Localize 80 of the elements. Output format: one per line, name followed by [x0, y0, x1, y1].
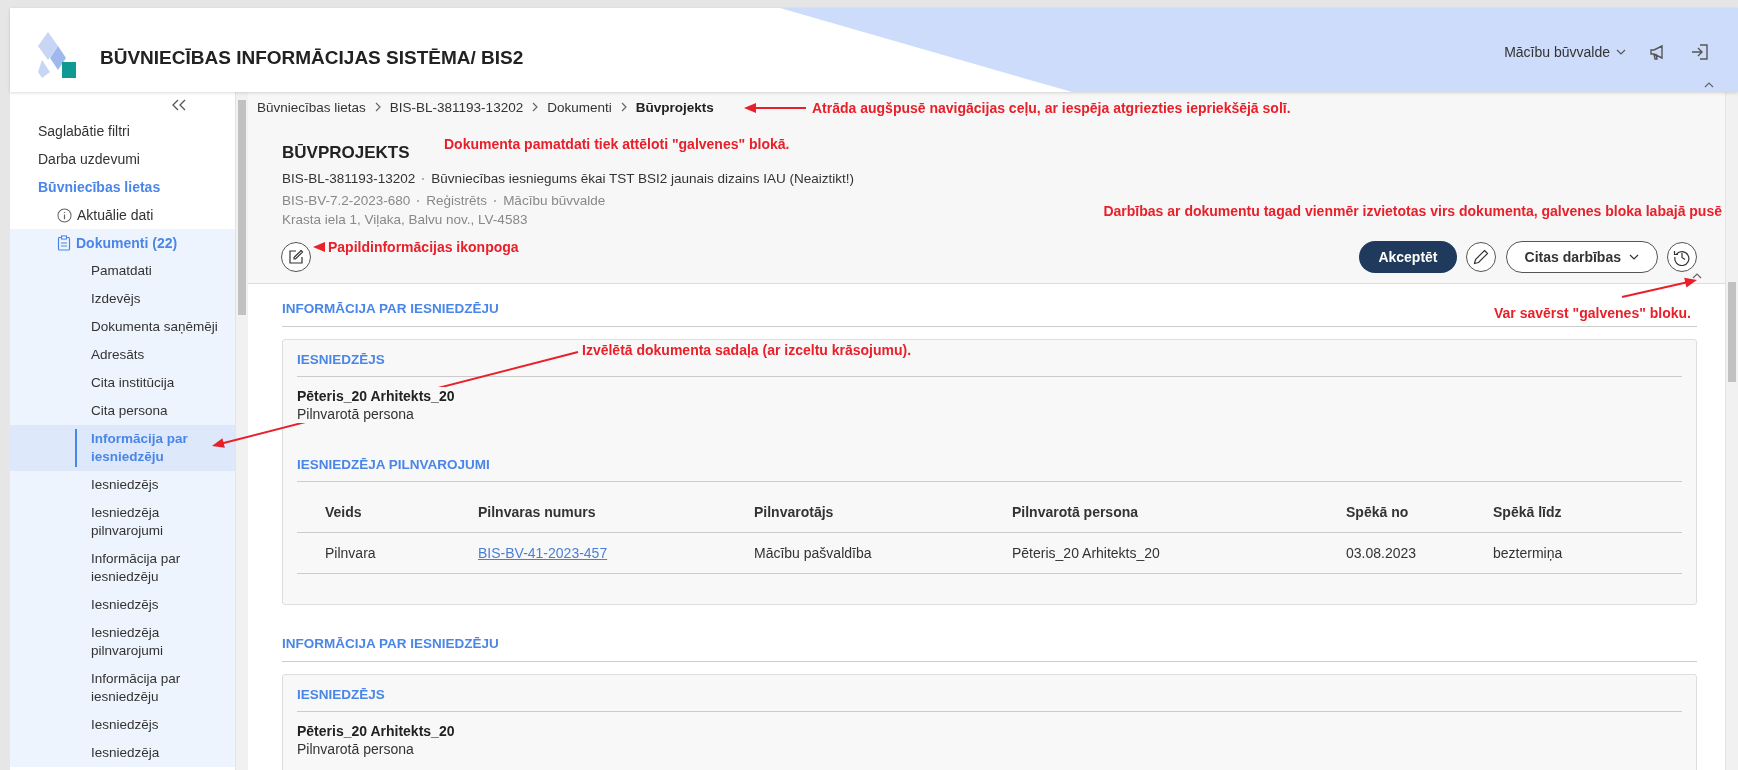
sidebar-item[interactable]: Saglabātie filtri — [10, 117, 235, 145]
annotation-text: Var savērst "galvenes" bloku. — [1494, 304, 1691, 322]
sidebar-item[interactable]: Iesniedzējs — [10, 471, 235, 499]
document-meta-text: BIS-BL-381193-13202 — [282, 170, 416, 188]
history-button[interactable] — [1667, 242, 1697, 272]
sidebar-item[interactable]: Adresāts — [10, 341, 235, 369]
document-meta-text: Mācību būvvalde — [503, 192, 606, 210]
section-title: INFORMĀCIJA PAR IESNIEDZĒJU — [282, 629, 1697, 662]
chevron-up-icon[interactable] — [1692, 273, 1702, 279]
document-meta-text: BIS-BV-7.2-2023-680 — [282, 192, 411, 210]
person-name: Pēteris_20 Arhitekts_20 — [297, 722, 455, 740]
sidebar-item[interactable]: Iesniedzējs — [10, 591, 235, 619]
history-icon — [1673, 248, 1691, 266]
column-header: Veids — [324, 503, 363, 522]
document-address: Krasta iela 1, Viļaka, Balvu nov., LV-4583 — [282, 211, 528, 229]
sidebar-item[interactable]: Darba uzdevumi — [10, 145, 235, 173]
breadcrumb-link[interactable]: Būvprojekts — [635, 99, 714, 115]
table-cell: Pilnvara — [325, 545, 376, 561]
breadcrumb-link[interactable]: BIS-BL-381193-13202 — [389, 99, 524, 115]
info-icon — [57, 207, 72, 223]
note-edit-icon — [288, 249, 304, 265]
logout-icon[interactable] — [1690, 42, 1710, 62]
column-header: Spēkā līdz — [1492, 503, 1563, 522]
subsection-title: IESNIEDZĒJS — [297, 683, 1682, 712]
accept-button[interactable]: Akceptēt — [1359, 241, 1457, 273]
breadcrumb-link[interactable]: Būvniecības lietas — [257, 99, 366, 115]
clipboard-icon — [57, 235, 71, 251]
chevron-right-icon — [374, 102, 381, 112]
collapse-icon[interactable] — [171, 98, 187, 111]
chevron-right-icon — [620, 102, 627, 112]
sidebar-item[interactable]: Aktuālie dati — [10, 201, 235, 229]
sidebar-item[interactable]: Informācija par iesniedzēju — [10, 665, 235, 711]
column-header: Pilnvaras numurs — [477, 503, 597, 522]
authorization-link[interactable]: BIS-BV-41-2023-457 — [478, 545, 608, 561]
chevron-up-icon[interactable] — [1704, 82, 1714, 88]
sidebar-item[interactable]: Pamatdati — [10, 257, 235, 285]
table-cell: 03.08.2023 — [1346, 545, 1417, 561]
annotation-text: Izvēlētā dokumenta sadaļa (ar izceltu krāsojumu). — [582, 341, 912, 359]
document-meta-text: Reģistrēts — [426, 192, 488, 210]
sidebar-item[interactable]: Izdevējs — [10, 285, 235, 313]
system-title: BŪVNIECĪBAS INFORMĀCIJAS SISTĒMA/ BIS2 — [100, 47, 524, 69]
sidebar-item[interactable]: Iesniedzēja pilnvarojumi — [10, 619, 235, 665]
column-header: Spēkā no — [1345, 503, 1410, 522]
table-cell: Pēteris_20 Arhitekts_20 — [1012, 545, 1160, 561]
person-role: Pilnvarotā persona — [297, 740, 414, 758]
chevron-down-icon — [1616, 49, 1626, 55]
user-menu[interactable]: Mācību būvvalde — [1504, 44, 1626, 60]
annotation-arrow — [744, 103, 807, 113]
document-meta-text: Būvniecības iesniegums ēkai TST BSI2 jaunais dizains IAU (Neaiztikt!) — [431, 170, 855, 188]
table-cell: beztermiņa — [1493, 545, 1563, 561]
chevron-down-icon — [1629, 254, 1639, 260]
edit-button[interactable] — [1465, 242, 1496, 272]
chevron-right-icon — [532, 102, 539, 112]
column-header: Pilnvarotājs — [753, 503, 835, 522]
person-role: Pilnvarotā persona — [297, 405, 414, 423]
table-cell: Mācību pašvaldība — [754, 545, 872, 561]
sidebar-item[interactable]: Iesniedzēja pilnvarojumi — [10, 499, 235, 545]
pencil-icon — [1472, 249, 1489, 265]
breadcrumb-link[interactable]: Dokumenti — [547, 99, 612, 115]
document-title: BŪVPROJEKTS — [282, 143, 410, 163]
annotation-text: Atrāda augšpusē navigācijas ceļu, ar iespēja atgriezties iepriekšējā solī. — [812, 99, 1291, 117]
annotation-text: Darbības ar dokumentu tagad vienmēr izvietotas virs dokumenta, galvenes bloka labajā pusē — [1103, 202, 1722, 220]
subsection-title: IESNIEDZĒJA PILNVAROJUMI — [297, 453, 1682, 482]
sidebar-item[interactable]: Informācija par iesniedzēju — [10, 545, 235, 591]
sidebar-item[interactable]: Iesniedzējs — [10, 711, 235, 739]
sidebar-item[interactable]: Būvniecības lietas — [10, 173, 235, 201]
sidebar-item[interactable]: Cita institūcija — [10, 369, 235, 397]
more-actions-button[interactable]: Citas darbības — [1505, 241, 1658, 273]
sidebar-item[interactable]: Iesniedzēja — [10, 739, 235, 767]
column-header: Pilnvarotā persona — [1011, 503, 1140, 522]
logo-icon — [38, 32, 78, 78]
sidebar-item[interactable]: Cita persona — [10, 397, 235, 425]
sidebar-item[interactable]: Dokumenta saņēmēji — [10, 313, 235, 341]
annotation-text: Papildinformācijas ikonpoga — [328, 238, 519, 256]
main-scrollbar[interactable] — [1725, 92, 1738, 770]
sidebar-scrollbar[interactable] — [235, 92, 248, 770]
annotation-arrow — [313, 242, 325, 252]
note-edit-button[interactable] — [281, 242, 311, 272]
annotation-text: Dokumenta pamatdati tiek attēloti "galvenes" blokā. — [444, 135, 790, 153]
person-name: Pēteris_20 Arhitekts_20 — [297, 387, 455, 405]
